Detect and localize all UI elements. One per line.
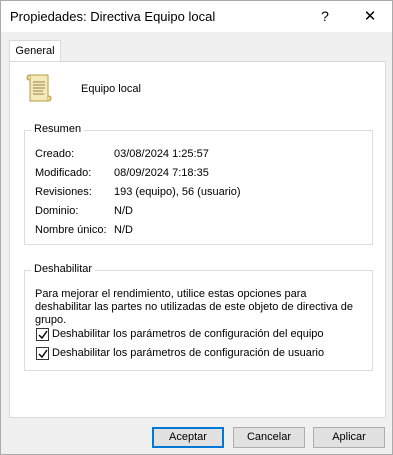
ok-button[interactable]: Aceptar bbox=[152, 427, 224, 448]
summary-groupbox: Resumen Creado: 03/08/2024 1:25:57 Modif… bbox=[24, 123, 373, 245]
summary-key: Dominio: bbox=[35, 205, 79, 217]
summary-key: Creado: bbox=[35, 148, 75, 160]
disable-user-settings-label[interactable]: Deshabilitar los parámetros de configura… bbox=[52, 347, 324, 359]
cancel-button[interactable]: Cancelar bbox=[233, 427, 305, 448]
close-button[interactable]: ✕ bbox=[348, 1, 392, 32]
general-tab-panel: Equipo local Resumen Creado: 03/08/2024 … bbox=[9, 61, 386, 418]
summary-value: N/D bbox=[114, 224, 133, 236]
checkmark-icon bbox=[38, 330, 48, 340]
help-button[interactable]: ? bbox=[303, 1, 347, 32]
checkmark-icon bbox=[38, 349, 48, 359]
disable-title: Deshabilitar bbox=[31, 263, 96, 275]
title-bar: Propiedades: Directiva Equipo local ? ✕ bbox=[1, 1, 392, 32]
summary-value: 08/09/2024 7:18:35 bbox=[114, 167, 209, 179]
policy-scroll-icon bbox=[26, 72, 52, 104]
disable-user-settings-checkbox[interactable] bbox=[36, 347, 49, 360]
disable-computer-settings-checkbox[interactable] bbox=[36, 328, 49, 341]
summary-title: Resumen bbox=[31, 123, 85, 135]
disable-groupbox: Deshabilitar Para mejorar el rendimiento… bbox=[24, 263, 373, 371]
properties-dialog: Propiedades: Directiva Equipo local ? ✕ … bbox=[0, 0, 393, 455]
summary-value: 193 (equipo), 56 (usuario) bbox=[114, 186, 241, 198]
summary-value: N/D bbox=[114, 205, 133, 217]
tab-general[interactable]: General bbox=[9, 40, 61, 62]
summary-key: Nombre único: bbox=[35, 224, 107, 236]
disable-computer-settings-label[interactable]: Deshabilitar los parámetros de configura… bbox=[52, 328, 324, 340]
summary-value: 03/08/2024 1:25:57 bbox=[114, 148, 209, 160]
policy-name: Equipo local bbox=[81, 83, 141, 95]
apply-button[interactable]: Aplicar bbox=[313, 427, 385, 448]
disable-description: Para mejorar el rendimiento, utilice est… bbox=[35, 288, 353, 326]
window-title: Propiedades: Directiva Equipo local bbox=[10, 9, 216, 24]
summary-key: Revisiones: bbox=[35, 186, 92, 198]
summary-key: Modificado: bbox=[35, 167, 92, 179]
